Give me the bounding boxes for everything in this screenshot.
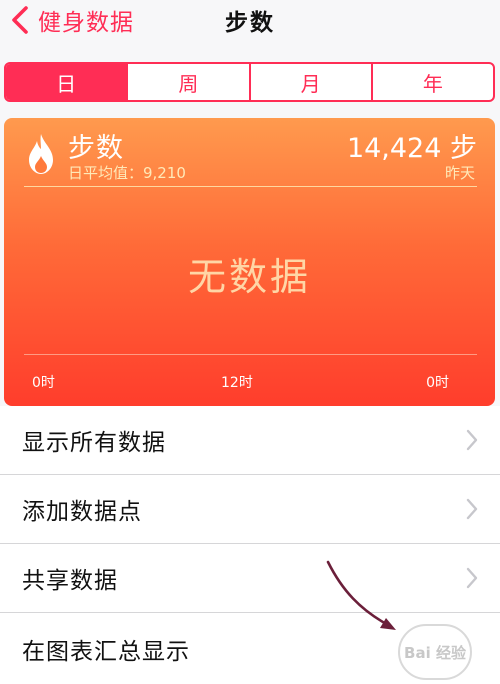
flame-icon: [29, 134, 53, 174]
tick-label-end: 0时: [426, 375, 449, 391]
daily-average: 日平均值：9,210: [68, 164, 186, 182]
list-item-label: 共享数据: [22, 568, 118, 594]
chart-baseline: [24, 354, 477, 355]
period-segmented-control: 日 周 月 年: [4, 62, 495, 102]
chevron-right-icon: [466, 429, 478, 451]
list-item-show-all-data[interactable]: 显示所有数据: [0, 406, 500, 475]
list-item-label: 在图表汇总显示: [22, 638, 190, 665]
segment-year[interactable]: 年: [370, 64, 493, 100]
list-item-add-data-point[interactable]: 添加数据点: [0, 475, 500, 544]
back-button[interactable]: 健身数据: [10, 2, 134, 38]
chevron-right-icon: [466, 498, 478, 520]
watermark-badge: Bai 经验: [398, 624, 472, 680]
no-data-message: 无数据: [187, 255, 311, 299]
list-item-label: 显示所有数据: [22, 430, 166, 456]
steps-date: 昨天: [444, 164, 475, 182]
list-item-share-data[interactable]: 共享数据: [0, 544, 500, 613]
chevron-left-icon: [12, 6, 28, 34]
navigation-bar: 健身数据 步数: [0, 0, 500, 48]
segment-day[interactable]: 日: [6, 64, 127, 100]
tick-label-noon: 12时: [221, 375, 253, 391]
tick-label-start: 0时: [32, 375, 55, 391]
segment-week[interactable]: 周: [126, 64, 248, 100]
steps-value: 14,424 步: [346, 133, 477, 164]
card-title: 步数: [68, 133, 124, 164]
list-item-label: 添加数据点: [22, 499, 142, 525]
steps-chart-card[interactable]: 步数 日平均值：9,210 14,424 步 昨天 无数据 0时 12时 0时: [4, 118, 495, 406]
watermark-text: Bai 经验: [404, 643, 466, 662]
chevron-right-icon: [466, 567, 478, 589]
segment-month[interactable]: 月: [248, 64, 371, 100]
card-divider-top: [24, 186, 477, 187]
back-label: 健身数据: [38, 10, 134, 36]
